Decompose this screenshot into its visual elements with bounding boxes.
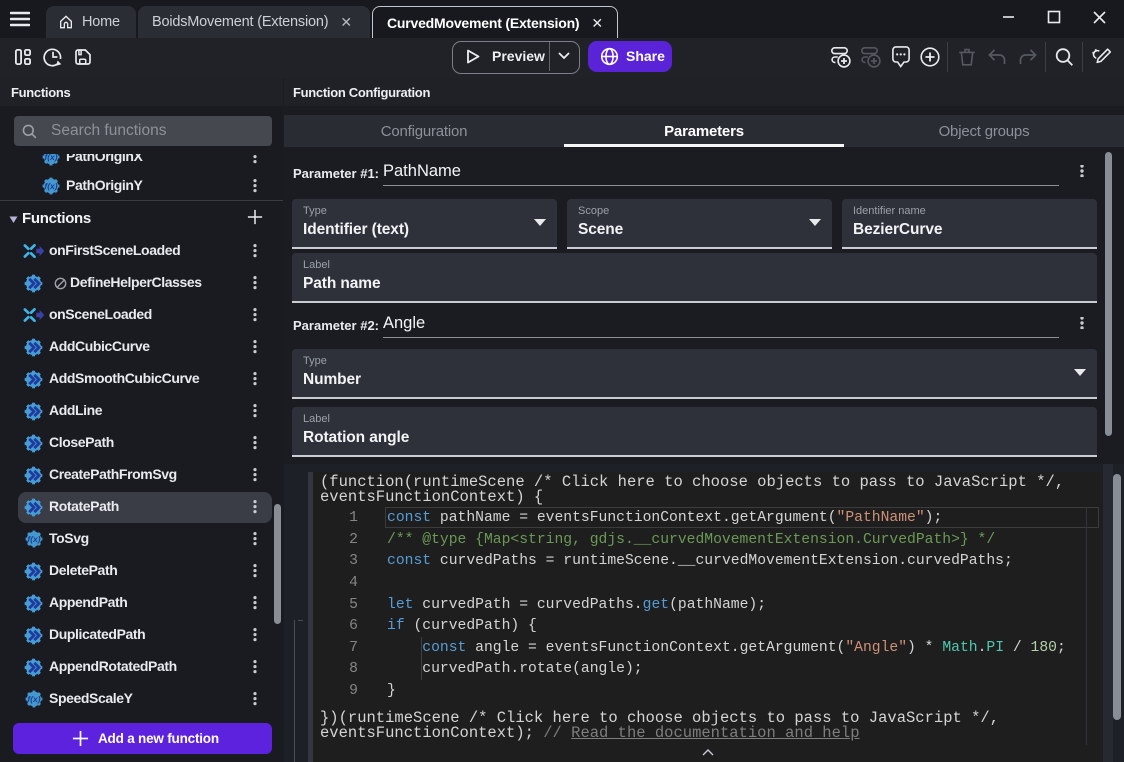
svg-text:f(x): f(x) — [44, 154, 57, 162]
svg-text:f(x): f(x) — [27, 534, 40, 544]
svg-text:f(x): f(x) — [27, 694, 40, 704]
svg-text:f(x): f(x) — [44, 181, 57, 191]
